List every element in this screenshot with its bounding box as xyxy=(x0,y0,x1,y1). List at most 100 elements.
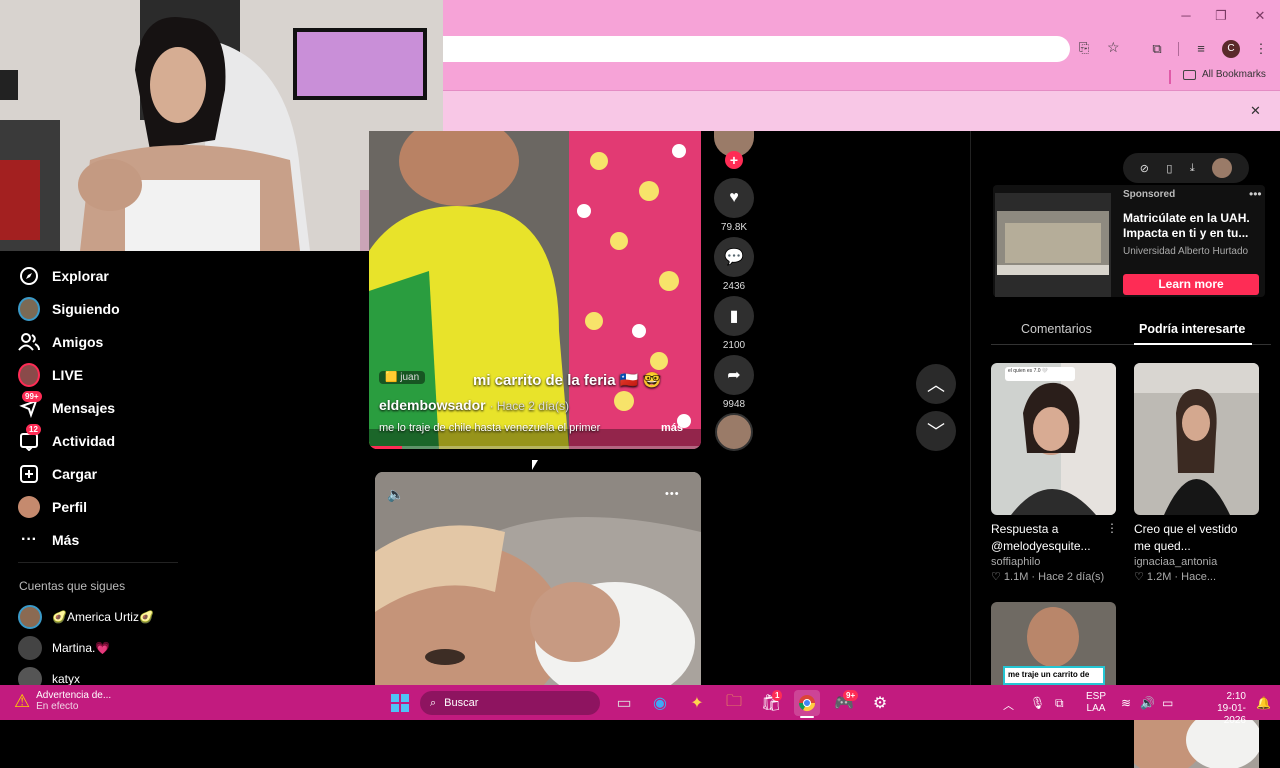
card-title: Respuesta a @melodyesquite... xyxy=(991,522,1091,553)
battery-icon[interactable]: ▭ xyxy=(1162,696,1173,710)
install-app-icon[interactable]: ⎘ xyxy=(1079,40,1089,56)
browser-titlebar xyxy=(443,0,1280,34)
microphone-icon[interactable]: 🎙 xyxy=(1030,696,1045,710)
recommended-video-card[interactable]: Creo que el vestido me qued... ignaciaa_… xyxy=(1134,363,1259,585)
close-window-button[interactable]: ✕ xyxy=(1246,6,1274,26)
pip-icon[interactable]: ⊘ xyxy=(1140,162,1149,175)
meet-icon[interactable]: ⧉ xyxy=(1055,696,1064,711)
clock[interactable]: 2:10 19-01-2026 xyxy=(1198,691,1246,727)
card-author[interactable]: ignaciaa_antonia xyxy=(1134,555,1259,570)
ad-menu-icon[interactable]: ••• xyxy=(1249,187,1262,201)
chrome-logo xyxy=(798,695,816,712)
volume-tray-icon[interactable]: 🔊 xyxy=(1140,696,1155,710)
followed-account[interactable]: 🥑America Urtiz🥑 xyxy=(18,605,154,629)
file-explorer-icon[interactable]: 🗀 xyxy=(721,690,747,716)
sidebar-item-label: Perfil xyxy=(52,499,88,515)
language-indicator[interactable]: ESP LAA xyxy=(1086,691,1106,715)
sidebar-item-label: Actividad xyxy=(52,433,116,449)
sidebar-item-perfil[interactable]: Perfil xyxy=(18,493,87,521)
card-meta: ♡ 1.2M · Hace... xyxy=(1134,571,1216,583)
chrome-icon[interactable] xyxy=(794,690,820,716)
video-player[interactable]: 🔈 ••• xyxy=(375,472,701,685)
previous-video-button[interactable]: ︿ xyxy=(916,364,956,404)
sound-disc[interactable] xyxy=(715,413,753,451)
tab-podria-interesarte[interactable]: Podría interesarte xyxy=(1139,322,1245,336)
friends-icon xyxy=(18,331,40,353)
phone-icon[interactable]: ▯ xyxy=(1166,162,1172,175)
bookmark-star-icon[interactable]: ☆ xyxy=(1107,39,1120,56)
all-bookmarks-button[interactable]: All Bookmarks xyxy=(1183,69,1266,80)
recommended-video-card[interactable]: el quien es 7.0 🤍 Respuesta a @melodyesq… xyxy=(991,363,1118,585)
store-icon[interactable]: 🛍 1 xyxy=(758,690,784,716)
followed-account[interactable]: Martina.💗 xyxy=(18,636,110,660)
sidebar-item-label: Más xyxy=(52,532,80,548)
video-player[interactable]: 🟨 juan mi carrito de la feria 🇨🇱 🤓 eldem… xyxy=(369,131,701,449)
sidebar-item-live[interactable]: LIVE xyxy=(18,361,83,389)
video-thumbnail: el quien es 7.0 🤍 xyxy=(991,363,1116,515)
weather-widget[interactable]: ⚠ Advertencia de... En efecto xyxy=(14,690,111,712)
video-author[interactable]: eldembowsador xyxy=(379,397,486,413)
card-menu-icon[interactable]: ⋮ xyxy=(1106,521,1118,535)
save-count: 2100 xyxy=(722,340,746,351)
card-meta: ♡ 1.1M · Hace 2 día(s) xyxy=(991,571,1105,583)
restore-button[interactable]: ❐ xyxy=(1207,6,1235,26)
share-action[interactable]: ➦ 9948 xyxy=(713,355,755,410)
video-progress-track[interactable] xyxy=(369,446,701,449)
sidebar-item-amigos[interactable]: Amigos xyxy=(18,328,103,356)
taskbar-search[interactable]: ⌕ Buscar xyxy=(420,691,600,715)
start-button[interactable] xyxy=(387,690,413,716)
sidebar-item-label: Explorar xyxy=(52,268,109,284)
tab-comentarios[interactable]: Comentarios xyxy=(1021,322,1092,336)
clock-time: 2:10 xyxy=(1226,691,1246,702)
profile-avatar-button[interactable]: C xyxy=(1222,40,1240,58)
search-icon: ⌕ xyxy=(430,696,437,709)
like-action[interactable]: ♥ 79.8K xyxy=(713,178,755,233)
learn-more-button[interactable]: Learn more xyxy=(1123,274,1259,295)
account-name: 🥑America Urtiz🥑 xyxy=(52,610,154,624)
sidebar-item-mas[interactable]: ··· Más xyxy=(18,526,79,554)
account-avatar xyxy=(18,636,42,660)
active-app-indicator xyxy=(800,716,814,718)
address-bar[interactable]: ⎘ ☆ xyxy=(443,36,1120,62)
media-control-icon[interactable]: ≡ xyxy=(1191,40,1211,58)
minimize-button[interactable]: ─ xyxy=(1172,6,1200,26)
copilot-icon[interactable]: ✦ xyxy=(684,690,710,716)
profile-avatar xyxy=(18,496,40,518)
ad-advertiser: Universidad Alberto Hurtado xyxy=(1123,246,1249,257)
sidebar-item-explorar[interactable]: Explorar xyxy=(18,262,109,290)
comment-action[interactable]: 💬 2436 xyxy=(713,237,755,292)
messages-icon: 99+ xyxy=(18,391,42,419)
video-author-row: eldembowsador · Hace 2 día(s) xyxy=(379,397,569,413)
discord-icon[interactable]: 🎮 9+ xyxy=(831,690,859,716)
app-icon[interactable]: ⚙ xyxy=(867,690,893,716)
sidebar-item-actividad[interactable]: 12 Actividad xyxy=(18,424,116,455)
task-view-icon[interactable]: ▭ xyxy=(611,690,637,716)
sidebar-item-siguiendo[interactable]: Siguiendo xyxy=(18,295,120,323)
card-author[interactable]: soffiaphilo xyxy=(991,555,1116,570)
ad-image xyxy=(995,193,1111,297)
download-icon[interactable]: ⤓ xyxy=(1190,162,1195,175)
volume-icon[interactable]: 🔈 xyxy=(387,486,404,503)
search-placeholder: Buscar xyxy=(444,697,479,709)
next-video-button[interactable]: ﹀ xyxy=(916,411,956,451)
video-more-link[interactable]: más xyxy=(661,422,683,434)
edge-icon[interactable]: ◉ xyxy=(647,690,673,716)
follow-plus-button[interactable]: + xyxy=(725,151,743,169)
video-menu-button[interactable]: ••• xyxy=(665,488,680,500)
tray-chevron-icon[interactable]: ︿ xyxy=(1003,697,1014,713)
info-banner xyxy=(443,91,1280,131)
recommended-video-thumbnail[interactable]: me traje un carrito de xyxy=(991,602,1116,685)
sponsored-ad[interactable]: Sponsored ••• Matricúlate en la UAH. Imp… xyxy=(993,185,1265,297)
notification-bell-icon[interactable]: 🔔 xyxy=(1256,696,1271,710)
upload-icon xyxy=(18,463,40,485)
sponsored-label: Sponsored xyxy=(1123,189,1176,200)
save-action[interactable]: ▮ 2100 xyxy=(713,296,755,351)
wifi-icon[interactable]: ≋ xyxy=(1121,696,1131,710)
panel-avatar[interactable] xyxy=(1212,158,1233,178)
extensions-icon[interactable]: ⧉ xyxy=(1147,40,1167,58)
sidebar-item-mensajes[interactable]: 99+ Mensajes xyxy=(18,391,115,422)
browser-menu-icon[interactable]: ⋮ xyxy=(1251,40,1271,58)
close-banner-button[interactable]: ✕ xyxy=(1250,103,1261,119)
sidebar-item-cargar[interactable]: Cargar xyxy=(18,460,97,488)
folder-icon xyxy=(1183,69,1196,80)
